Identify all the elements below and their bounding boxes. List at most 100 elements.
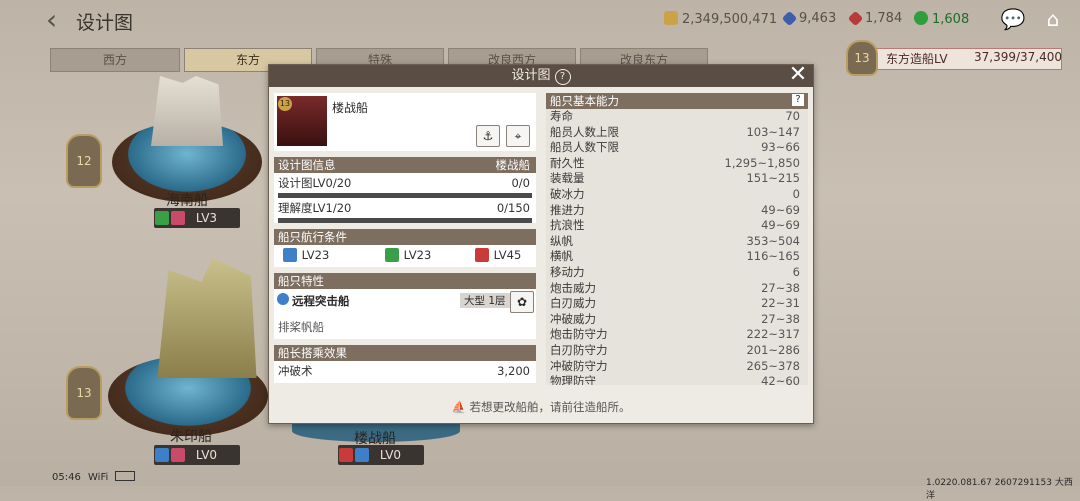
battery-icon bbox=[115, 471, 136, 481]
ship-sails bbox=[157, 258, 257, 378]
ship-card-louzhan[interactable]: 楼战船 LV0 bbox=[290, 420, 470, 465]
section-header: 船只基本能力 ? bbox=[546, 93, 808, 109]
stat-label: 移动力 bbox=[550, 264, 585, 279]
stat-row: 移动力 6 bbox=[546, 265, 808, 281]
stat-label: 白刃防守力 bbox=[550, 342, 608, 357]
stat-value: 222~317 bbox=[746, 327, 800, 342]
stat-value: 49~69 bbox=[761, 218, 800, 233]
stat-row: 抗浪性 49~69 bbox=[546, 218, 808, 234]
stat-row: 破冰力 0 bbox=[546, 187, 808, 203]
stat-label: 物理防守 bbox=[550, 374, 596, 385]
section-header: 船长搭乘效果 bbox=[274, 345, 536, 361]
tip-icon: ⛵ bbox=[451, 400, 466, 414]
understanding-progress-bar bbox=[278, 218, 532, 223]
red-gem-counter: 1,784 bbox=[847, 10, 902, 27]
stat-row: 冲破威力 27~38 bbox=[546, 312, 808, 328]
stat-row: 船员人数下限 93~66 bbox=[546, 140, 808, 156]
sword-icon bbox=[283, 248, 297, 262]
stat-label: 耐久性 bbox=[550, 155, 585, 170]
stat-label: 船员人数上限 bbox=[550, 124, 619, 139]
ship-level-badge: 12 bbox=[66, 134, 102, 188]
stat-label: 破冰力 bbox=[550, 186, 585, 201]
sail-icon bbox=[155, 211, 169, 225]
stat-label: 冲破威力 bbox=[550, 311, 596, 326]
ship-lv-bar: LV0 bbox=[338, 445, 424, 465]
help-icon[interactable]: ? bbox=[792, 94, 804, 106]
tab-west[interactable]: 西方 bbox=[50, 48, 180, 72]
version-text: 1.0220.081.67 2607291153 大西洋 bbox=[926, 478, 1073, 501]
chat-icon[interactable]: 💬 bbox=[1000, 8, 1026, 30]
stats-list: 寿命 70 船员人数上限 103~147 船员人数下限 93~66 耐久性 1,295~1,8… bbox=[546, 109, 808, 385]
ship-thumb-badge: 13 bbox=[278, 97, 292, 111]
shipyard-level: 13 东方造船LV 37,399/37,400 bbox=[846, 40, 1062, 76]
stat-label: 船员人数下限 bbox=[550, 140, 619, 155]
ship-card-hainan[interactable]: 12 海南船 LV3 bbox=[62, 72, 272, 232]
home-icon[interactable]: ⌂ bbox=[1040, 8, 1066, 30]
size-tag: 大型 1层 bbox=[460, 293, 510, 308]
stat-label: 装载量 bbox=[550, 171, 585, 186]
stat-label: 炮击威力 bbox=[550, 280, 596, 295]
ship-sails bbox=[151, 76, 223, 146]
stat-label: 推进力 bbox=[550, 202, 585, 217]
stat-row: 白刃威力 22~31 bbox=[546, 296, 808, 312]
shipyard-label: 东方造船LV bbox=[886, 52, 948, 66]
trait-desc: 排桨帆船 bbox=[278, 320, 324, 334]
stat-value: 93~66 bbox=[761, 140, 800, 155]
wave-icon bbox=[355, 448, 369, 462]
cross-icon bbox=[475, 248, 489, 262]
time: 05:46 bbox=[52, 472, 81, 483]
footer-note: ⛵ 若想更改船舶，请前往造船所。 bbox=[451, 400, 631, 414]
heart-icon bbox=[171, 448, 185, 462]
stat-value: 151~215 bbox=[746, 171, 800, 186]
stat-label: 纵帆 bbox=[550, 233, 573, 248]
blueprint-info: 设计图信息 楼战船 设计图LV0/20 0/0 理解度LV1/20 0/150 bbox=[274, 157, 536, 223]
stat-value: 27~38 bbox=[761, 311, 800, 326]
status-bar: 05:46 WiFi bbox=[52, 471, 136, 483]
sail-icon bbox=[385, 248, 399, 262]
stat-value: 22~31 bbox=[761, 296, 800, 311]
blue-gem-icon bbox=[781, 10, 798, 27]
green-counter: 1,608 bbox=[914, 11, 969, 27]
close-icon[interactable]: ✕ bbox=[787, 64, 809, 86]
stat-label: 抗浪性 bbox=[550, 218, 585, 233]
ship-name: 朱印船 bbox=[170, 429, 212, 445]
stat-value: 103~147 bbox=[746, 124, 800, 139]
stat-row: 纵帆 353~504 bbox=[546, 234, 808, 250]
ship-lv-bar: LV3 bbox=[154, 208, 240, 228]
captain-icon[interactable]: ⚓ bbox=[476, 125, 500, 147]
stat-row: 物理防守 42~60 bbox=[546, 374, 808, 385]
ship-stats-panel[interactable]: 船只基本能力 ? 寿命 70 船员人数上限 103~147 船员人数下限 93~66 耐久性… bbox=[546, 93, 808, 385]
sailing-conditions: 船只航行条件 LV23 LV23 LV45 bbox=[274, 229, 536, 267]
stat-row: 横帆 116~165 bbox=[546, 249, 808, 265]
stat-row: 寿命 70 bbox=[546, 109, 808, 125]
location-pin-icon[interactable]: ⌖ bbox=[506, 125, 530, 147]
trait-icon bbox=[277, 293, 289, 305]
gold-counter: 2,349,500,471 bbox=[664, 11, 777, 27]
ship-card-shuinsen[interactable]: 13 朱印船 LV0 bbox=[62, 250, 272, 465]
stat-value: 0 bbox=[792, 186, 800, 201]
header-value: 楼战船 bbox=[495, 158, 531, 172]
blueprint-lv-row: 设计图LV0/20 0/0 bbox=[278, 176, 530, 190]
ship-name: 海南船 bbox=[166, 193, 208, 209]
stat-value: 116~165 bbox=[746, 249, 800, 264]
captain-effect-row: 冲破术 3,200 bbox=[278, 364, 530, 378]
stat-row: 推进力 49~69 bbox=[546, 203, 808, 219]
stat-value: 6 bbox=[792, 264, 800, 279]
gear-icon[interactable]: ✿ bbox=[510, 291, 534, 313]
help-icon[interactable]: ? bbox=[554, 69, 571, 85]
blue-gem-counter: 9,463 bbox=[781, 10, 836, 27]
back-arrow-icon[interactable]: ‹ bbox=[46, 6, 68, 34]
stat-row: 冲破防守力 265~378 bbox=[546, 359, 808, 375]
page-title: 设计图 bbox=[76, 12, 134, 34]
stat-value: 1,295~1,850 bbox=[724, 155, 800, 170]
captain-effect: 船长搭乘效果 冲破术 3,200 bbox=[274, 345, 536, 383]
green-coin-icon bbox=[914, 11, 928, 25]
trait-name: 远程突击船 bbox=[292, 294, 350, 308]
ship-name: 楼战船 bbox=[332, 101, 369, 115]
shipyard-level-badge: 13 bbox=[846, 40, 878, 76]
gold-icon bbox=[664, 11, 678, 25]
section-header: 船只航行条件 bbox=[274, 229, 536, 245]
stat-value: 42~60 bbox=[761, 374, 800, 385]
stat-label: 炮击防守力 bbox=[550, 327, 608, 342]
stat-label: 白刃威力 bbox=[550, 296, 596, 311]
